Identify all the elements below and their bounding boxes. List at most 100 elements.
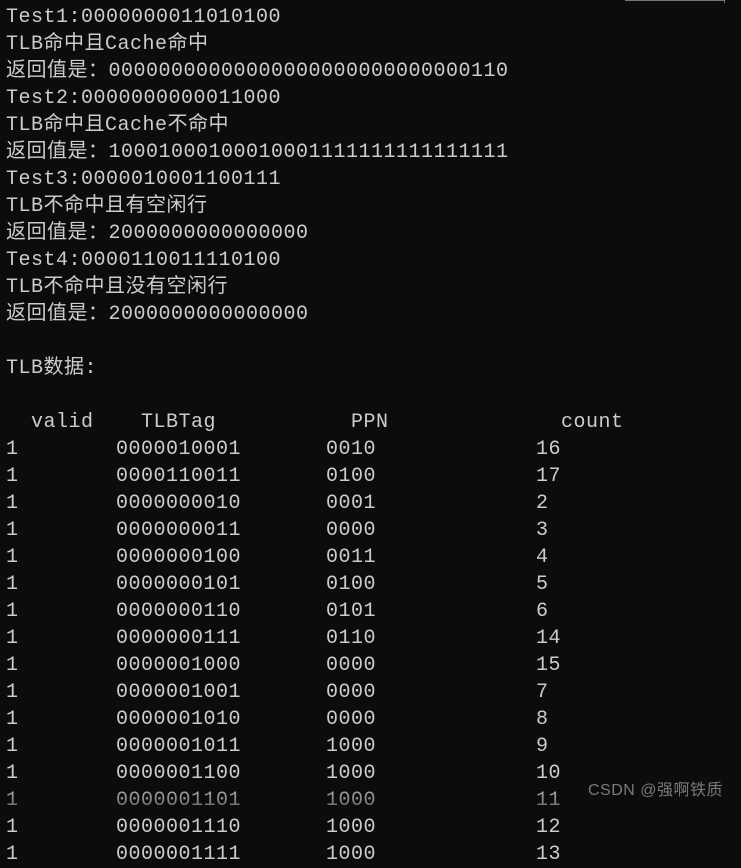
cell-tlbtag: 0000001010 [116, 706, 326, 733]
cell-count: 7 [536, 679, 549, 706]
cell-ppn: 0000 [326, 652, 536, 679]
cell-count: 14 [536, 625, 561, 652]
test-status-line: TLB不命中且有空闲行 [6, 193, 735, 220]
watermark-text: CSDN @强啊铁质 [588, 780, 723, 802]
test-status-line: TLB命中且Cache不命中 [6, 112, 735, 139]
test-label: Test1: [6, 6, 81, 29]
return-label: 返回值是： [6, 222, 109, 245]
cell-valid: 1 [6, 706, 116, 733]
cell-ppn: 0100 [326, 463, 536, 490]
table-row: 1000000001100003 [6, 517, 735, 544]
cell-count: 6 [536, 598, 549, 625]
cell-valid: 1 [6, 517, 116, 544]
table-row: 10000010001001016 [6, 436, 735, 463]
cell-valid: 1 [6, 490, 116, 517]
table-row: 10000000111011014 [6, 625, 735, 652]
cell-ppn: 1000 [326, 733, 536, 760]
cell-count: 4 [536, 544, 549, 571]
cell-valid: 1 [6, 733, 116, 760]
cell-valid: 1 [6, 598, 116, 625]
test-label: Test2: [6, 87, 81, 110]
cell-valid: 1 [6, 544, 116, 571]
cell-tlbtag: 0000001110 [116, 814, 326, 841]
cell-ppn: 0000 [326, 679, 536, 706]
table-row: 1000000100100007 [6, 679, 735, 706]
cell-count: 16 [536, 436, 561, 463]
cell-ppn: 1000 [326, 841, 536, 868]
cell-tlbtag: 0000000101 [116, 571, 326, 598]
test-return-line: 返回值是：00000000000000000000000000000110 [6, 58, 735, 85]
test-input-value: 0000000011010100 [81, 6, 281, 29]
tlb-header-ppn: PPN [351, 409, 561, 436]
cell-count: 15 [536, 652, 561, 679]
test-input-value: 0000010001100111 [81, 168, 281, 191]
test-return-line: 返回值是：2000000000000000 [6, 220, 735, 247]
cell-ppn: 0010 [326, 436, 536, 463]
table-row: 10000110011010017 [6, 463, 735, 490]
cell-tlbtag: 0000001000 [116, 652, 326, 679]
cell-tlbtag: 0000001001 [116, 679, 326, 706]
cell-count: 9 [536, 733, 549, 760]
cell-tlbtag: 0000000100 [116, 544, 326, 571]
cell-ppn: 1000 [326, 814, 536, 841]
tlb-header-valid: valid [31, 409, 141, 436]
table-row: 10000001111100013 [6, 841, 735, 868]
cell-valid: 1 [6, 463, 116, 490]
test-return-line: 返回值是：2000000000000000 [6, 301, 735, 328]
cell-valid: 1 [6, 625, 116, 652]
cell-ppn: 0101 [326, 598, 536, 625]
cell-valid: 1 [6, 841, 116, 868]
cell-ppn: 0011 [326, 544, 536, 571]
test-input-line: Test3:0000010001100111 [6, 166, 735, 193]
table-row: 1000000010000114 [6, 544, 735, 571]
tlb-header-count: count [561, 409, 624, 436]
test-status-line: TLB不命中且没有空闲行 [6, 274, 735, 301]
return-value: 2000000000000000 [109, 303, 309, 326]
cell-tlbtag: 0000000010 [116, 490, 326, 517]
cell-tlbtag: 0000010001 [116, 436, 326, 463]
cell-tlbtag: 0000000110 [116, 598, 326, 625]
cell-count: 8 [536, 706, 549, 733]
return-value: 10001000100010001111111111111111 [109, 141, 509, 164]
cell-count: 3 [536, 517, 549, 544]
cell-valid: 1 [6, 571, 116, 598]
tests-output: Test1:0000000011010100TLB命中且Cache命中返回值是：… [6, 4, 735, 328]
test-input-line: Test1:0000000011010100 [6, 4, 735, 31]
cell-ppn: 0001 [326, 490, 536, 517]
return-label: 返回值是： [6, 60, 109, 83]
test-input-value: 0000000000011000 [81, 87, 281, 110]
return-value: 00000000000000000000000000000110 [109, 60, 509, 83]
table-row: 1000000101000008 [6, 706, 735, 733]
cell-ppn: 0000 [326, 706, 536, 733]
return-value: 2000000000000000 [109, 222, 309, 245]
cell-valid: 1 [6, 652, 116, 679]
test-label: Test4: [6, 249, 81, 272]
cell-tlbtag: 0000000111 [116, 625, 326, 652]
cell-valid: 1 [6, 679, 116, 706]
cell-count: 17 [536, 463, 561, 490]
cell-valid: 1 [6, 436, 116, 463]
table-row: 1000000101110009 [6, 733, 735, 760]
table-row: 1000000011001016 [6, 598, 735, 625]
cell-ppn: 0110 [326, 625, 536, 652]
tlb-header-row: validTLBTagPPNcount [6, 382, 735, 436]
cell-ppn: 0000 [326, 517, 536, 544]
table-row: 1000000001000012 [6, 490, 735, 517]
blank-line [6, 328, 735, 355]
tlb-section-label: TLB数据: [6, 355, 735, 382]
return-label: 返回值是： [6, 141, 109, 164]
test-label: Test3: [6, 168, 81, 191]
cell-ppn: 0100 [326, 571, 536, 598]
cell-count: 12 [536, 814, 561, 841]
table-row: 1000000010101005 [6, 571, 735, 598]
cell-tlbtag: 0000000011 [116, 517, 326, 544]
table-row: 10000001000000015 [6, 652, 735, 679]
window-border-fragment [625, 0, 725, 3]
cell-count: 2 [536, 490, 549, 517]
cell-tlbtag: 0000001011 [116, 733, 326, 760]
cell-tlbtag: 0000001111 [116, 841, 326, 868]
cell-tlbtag: 0000110011 [116, 463, 326, 490]
test-input-line: Test2:0000000000011000 [6, 85, 735, 112]
test-return-line: 返回值是：10001000100010001111111111111111 [6, 139, 735, 166]
cell-count: 13 [536, 841, 561, 868]
